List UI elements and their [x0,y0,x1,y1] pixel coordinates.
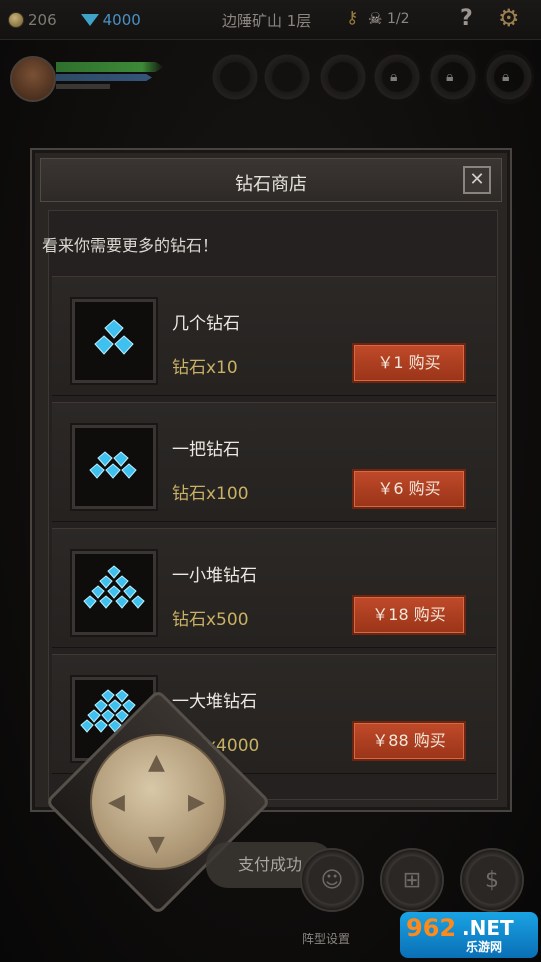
item-amount: 钻石x100 [172,484,249,504]
party-slot[interactable] [318,50,368,104]
party-slot[interactable] [210,50,260,104]
dpad-up-arrow-icon[interactable]: ▲ [148,750,165,775]
dpad-left-arrow-icon[interactable]: ◀ [108,790,125,815]
formation-button[interactable]: ☺ [300,848,364,912]
gold-coin-icon [8,11,24,28]
hero-hp-bar [56,62,164,72]
item-name: 几个钻石 [172,314,240,334]
dialog-header: 钻石商店 [40,158,502,202]
item-amount: 钻石x10 [172,358,238,378]
buy-button[interactable]: ￥88 购买 [352,721,466,761]
lock-icon: 🔒︎ [502,69,510,85]
lock-icon: 🔒︎ [390,69,398,85]
skull-icon: ☠ [368,9,383,28]
formation-label: 阵型设置 [302,932,351,946]
buy-button[interactable]: ￥1 购买 [352,343,466,383]
kill-progress: 1/2 [387,11,410,27]
watermark-sub: 乐游网 [466,940,503,954]
inventory-button[interactable]: ⊞ [380,848,444,912]
hero-mp-bar [56,74,152,81]
hero-avatar[interactable] [10,56,56,102]
game-screen: 206 4000 边陲矿山 1层 ⚷ ☠ 1/2 ? ⚙ 🔒︎ 🔒︎ 🔒︎ 钻石… [0,0,541,962]
watermark-logo: 962 .NET 乐游网 [400,912,538,958]
formation-icon: ☺ [320,868,344,893]
bag-icon: ⊞ [402,868,422,893]
lock-icon: 🔒︎ [446,69,454,85]
diamond-pack-icon [72,425,156,509]
gold-count: 206 [28,10,57,29]
key-icon: ⚷ [346,8,359,28]
item-amount: 钻石x500 [172,610,249,630]
shop-item: 几个钻石 钻石x10 ￥1 购买 [52,276,496,396]
dpad-down-arrow-icon[interactable]: ▼ [148,832,165,857]
dialog-title: 钻石商店 [235,174,307,195]
watermark-number: 962 [406,914,457,942]
hero-xp-bar [56,84,110,89]
buy-button[interactable]: ￥18 购买 [352,595,466,635]
dollar-icon: $ [485,868,499,893]
diamond-icon [80,13,99,26]
buy-button[interactable]: ￥6 购买 [352,469,466,509]
settings-gear-icon[interactable]: ⚙ [498,4,520,32]
help-button[interactable]: ? [460,6,473,31]
diamond-pack-icon [72,551,156,635]
party-slot-locked[interactable]: 🔒︎ [428,50,478,104]
party-slot[interactable] [262,50,312,104]
item-name: 一把钻石 [172,440,240,460]
dungeon-location: 边陲矿山 1层 [222,12,312,30]
watermark-net: .NET [462,916,514,940]
shop-item: 一小堆钻石 钻石x500 ￥18 购买 [52,528,496,648]
diamond-pack-icon [72,299,156,383]
close-button[interactable]: ✕ [463,166,491,194]
shop-button[interactable]: $ [460,848,524,912]
shop-subtitle: 看来你需要更多的钻石！ [42,236,219,255]
dpad-right-arrow-icon[interactable]: ▶ [188,790,205,815]
item-name: 一小堆钻石 [172,566,257,586]
diamond-count: 4000 [102,10,141,29]
party-slot-locked[interactable]: 🔒︎ [484,50,534,104]
party-slot-locked[interactable]: 🔒︎ [372,50,422,104]
shop-item: 一把钻石 钻石x100 ￥6 购买 [52,402,496,522]
